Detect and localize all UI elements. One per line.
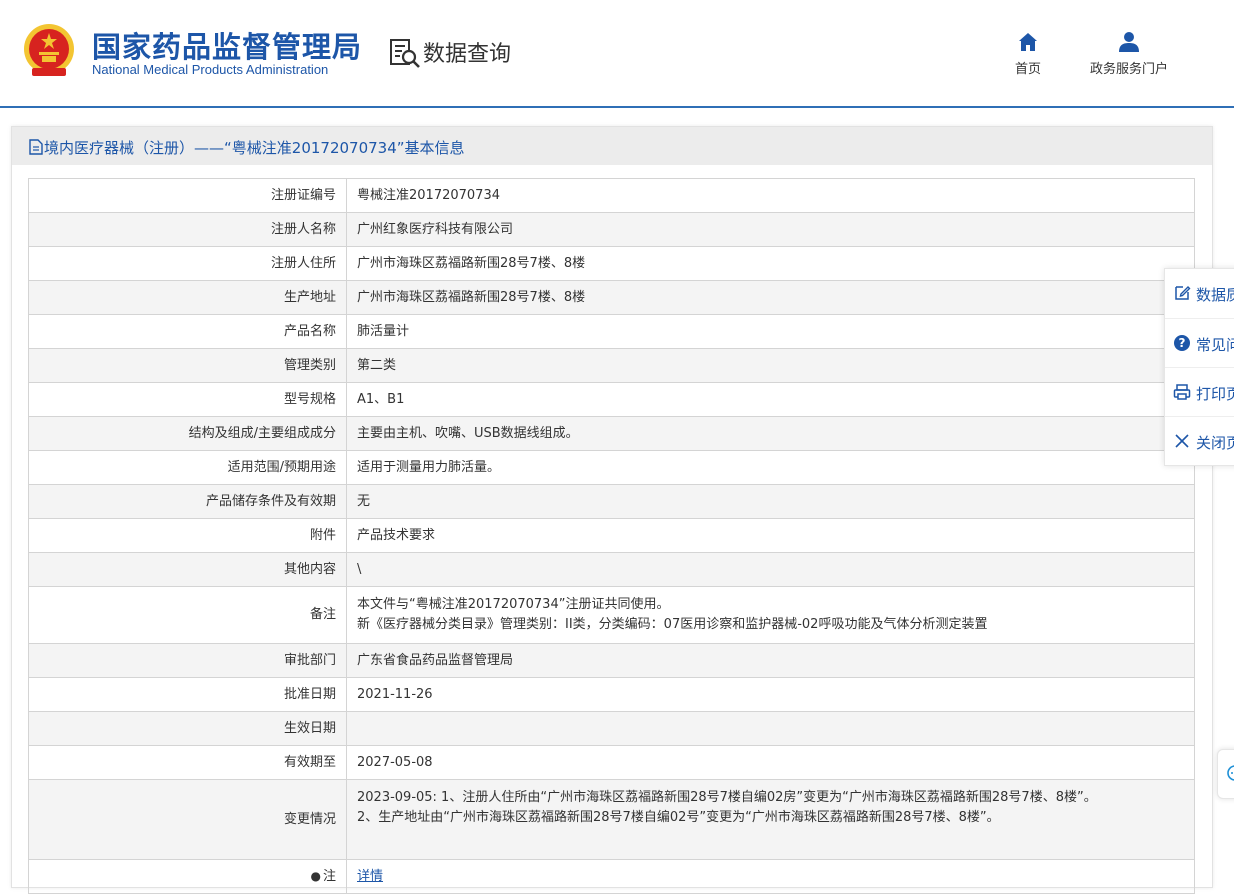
field-label: 型号规格 — [28, 382, 347, 417]
table-row: 产品储存条件及有效期 无 — [28, 484, 1195, 519]
faq-button[interactable]: ? 常见问 — [1165, 318, 1234, 367]
remark-line: 本文件与“粤械注准20172070734”注册证共同使用。 — [357, 597, 670, 612]
table-row: 生效日期 — [28, 711, 1195, 746]
question-icon: ? — [1174, 335, 1190, 351]
details-link[interactable]: 详情 — [357, 869, 383, 884]
field-value — [346, 711, 1195, 746]
field-value: 无 — [346, 484, 1195, 519]
table-row: 批准日期 2021-11-26 — [28, 677, 1195, 712]
org-name-cn: 国家药品监督管理局 — [92, 30, 363, 64]
table-row: 变更情况 2023-09-05: 1、注册人住所由“广州市海珠区荔福路新围28号… — [28, 779, 1195, 860]
field-label: 附件 — [28, 518, 347, 553]
table-row: 其他内容 \ — [28, 552, 1195, 587]
table-row: 管理类别 第二类 — [28, 348, 1195, 383]
field-label: 生效日期 — [28, 711, 347, 746]
table-row: 适用范围/预期用途 适用于测量用力肺活量。 — [28, 450, 1195, 485]
change-line: 2、生产地址由“广州市海珠区荔福路新围28号7楼自编02号”变更为“广州市海珠区… — [357, 810, 1000, 825]
field-label: 审批部门 — [28, 643, 347, 678]
nav-portal-label: 政务服务门户 — [1089, 62, 1168, 77]
note-label: 注 — [322, 869, 336, 884]
field-label: 生产地址 — [28, 280, 347, 315]
field-value: 2023-09-05: 1、注册人住所由“广州市海珠区荔福路新围28号7楼自编0… — [346, 779, 1195, 860]
field-value: A1、B1 — [346, 382, 1195, 417]
user-icon — [1119, 32, 1139, 52]
field-value: 2027-05-08 — [346, 745, 1195, 780]
field-value: 广州红象医疗科技有限公司 — [346, 212, 1195, 247]
table-row: 生产地址 广州市海珠区荔福路新围28号7楼、8楼 — [28, 280, 1195, 315]
field-value: 广州市海珠区荔福路新围28号7楼、8楼 — [346, 280, 1195, 315]
nav-home-link[interactable]: 首页 — [1008, 30, 1048, 77]
field-value: 广东省食品药品监督管理局 — [346, 643, 1195, 678]
field-value: 肺活量计 — [346, 314, 1195, 349]
field-label: 产品名称 — [28, 314, 347, 349]
print-button[interactable]: 打印页 — [1165, 367, 1234, 416]
field-label: 适用范围/预期用途 — [28, 450, 347, 485]
chat-icon — [1227, 765, 1234, 781]
field-label: 注册人名称 — [28, 212, 347, 247]
side-toolbar: 数据质 ? 常见问 打印页 关闭页 — [1164, 268, 1234, 466]
field-label: 管理类别 — [28, 348, 347, 383]
close-page-button[interactable]: 关闭页 — [1165, 416, 1234, 465]
field-label: 变更情况 — [28, 779, 347, 860]
feedback-label: 数据质 — [1196, 286, 1234, 304]
table-row: ● 注 详情 — [28, 859, 1195, 894]
table-row: 型号规格 A1、B1 — [28, 382, 1195, 417]
change-line: 2023-09-05: 1、注册人住所由“广州市海珠区荔福路新围28号7楼自编0… — [357, 790, 1097, 805]
field-label: 备注 — [28, 586, 347, 644]
field-label: 有效期至 — [28, 745, 347, 780]
field-label: 其他内容 — [28, 552, 347, 587]
field-label: 批准日期 — [28, 677, 347, 712]
national-emblem-icon — [24, 24, 74, 76]
table-row: 注册证编号 粤械注准20172070734 — [28, 178, 1195, 213]
field-value: 2021-11-26 — [346, 677, 1195, 712]
field-value: 适用于测量用力肺活量。 — [346, 450, 1195, 485]
info-panel: 境内医疗器械（注册）——“粤械注准20172070734”基本信息 注册证编号 … — [11, 126, 1213, 894]
info-table: 注册证编号 粤械注准20172070734 注册人名称 广州红象医疗科技有限公司… — [28, 178, 1195, 894]
field-label: 产品储存条件及有效期 — [28, 484, 347, 519]
field-label: 结构及组成/主要组成成分 — [28, 416, 347, 451]
close-page-label: 关闭页 — [1196, 434, 1234, 452]
svg-text:?: ? — [1179, 336, 1186, 350]
field-value: 广州市海珠区荔福路新围28号7楼、8楼 — [346, 246, 1195, 281]
home-icon — [1019, 33, 1037, 51]
data-query-icon — [390, 39, 420, 68]
header-divider — [0, 106, 1234, 108]
panel-header: 境内医疗器械（注册）——“粤械注准20172070734”基本信息 — [12, 127, 1212, 165]
document-icon — [29, 139, 43, 155]
field-label: 注册证编号 — [28, 178, 347, 213]
field-value: 产品技术要求 — [346, 518, 1195, 553]
close-icon — [1175, 434, 1189, 448]
section-title: 数据查询 — [423, 42, 512, 67]
printer-icon — [1173, 384, 1191, 400]
table-row: 注册人住所 广州市海珠区荔福路新围28号7楼、8楼 — [28, 246, 1195, 281]
print-label: 打印页 — [1196, 385, 1234, 403]
edit-icon — [1175, 286, 1191, 300]
bullet-icon: ● — [310, 869, 321, 883]
faq-label: 常见问 — [1196, 336, 1234, 354]
nav-home-label: 首页 — [1014, 62, 1041, 77]
table-row: 有效期至 2027-05-08 — [28, 745, 1195, 780]
field-value: 主要由主机、吹嘴、USB数据线组成。 — [346, 416, 1195, 451]
field-value: 第二类 — [346, 348, 1195, 383]
panel-title: 境内医疗器械（注册）——“粤械注准20172070734”基本信息 — [44, 139, 465, 157]
nav-portal-link[interactable]: 政务服务门户 — [1082, 30, 1176, 77]
field-value: 详情 — [346, 859, 1195, 894]
field-label: 注册人住所 — [28, 246, 347, 281]
field-label: ● 注 — [28, 859, 347, 894]
table-row: 附件 产品技术要求 — [28, 518, 1195, 553]
field-value: 粤械注准20172070734 — [346, 178, 1195, 213]
field-value: 本文件与“粤械注准20172070734”注册证共同使用。 新《医疗器械分类目录… — [346, 586, 1195, 644]
table-row: 审批部门 广东省食品药品监督管理局 — [28, 643, 1195, 678]
chat-widget-button[interactable] — [1217, 749, 1234, 799]
table-row: 备注 本文件与“粤械注准20172070734”注册证共同使用。 新《医疗器械分… — [28, 586, 1195, 644]
table-row: 结构及组成/主要组成成分 主要由主机、吹嘴、USB数据线组成。 — [28, 416, 1195, 451]
table-row: 产品名称 肺活量计 — [28, 314, 1195, 349]
table-row: 注册人名称 广州红象医疗科技有限公司 — [28, 212, 1195, 247]
site-header: 国家药品监督管理局 National Medical Products Admi… — [0, 0, 1234, 106]
org-name-en: National Medical Products Administration — [92, 62, 329, 77]
feedback-button[interactable]: 数据质 — [1165, 269, 1234, 317]
field-value: \ — [346, 552, 1195, 587]
remark-line: 新《医疗器械分类目录》管理类别：II类，分类编码：07医用诊察和监护器械-02呼… — [357, 617, 988, 632]
